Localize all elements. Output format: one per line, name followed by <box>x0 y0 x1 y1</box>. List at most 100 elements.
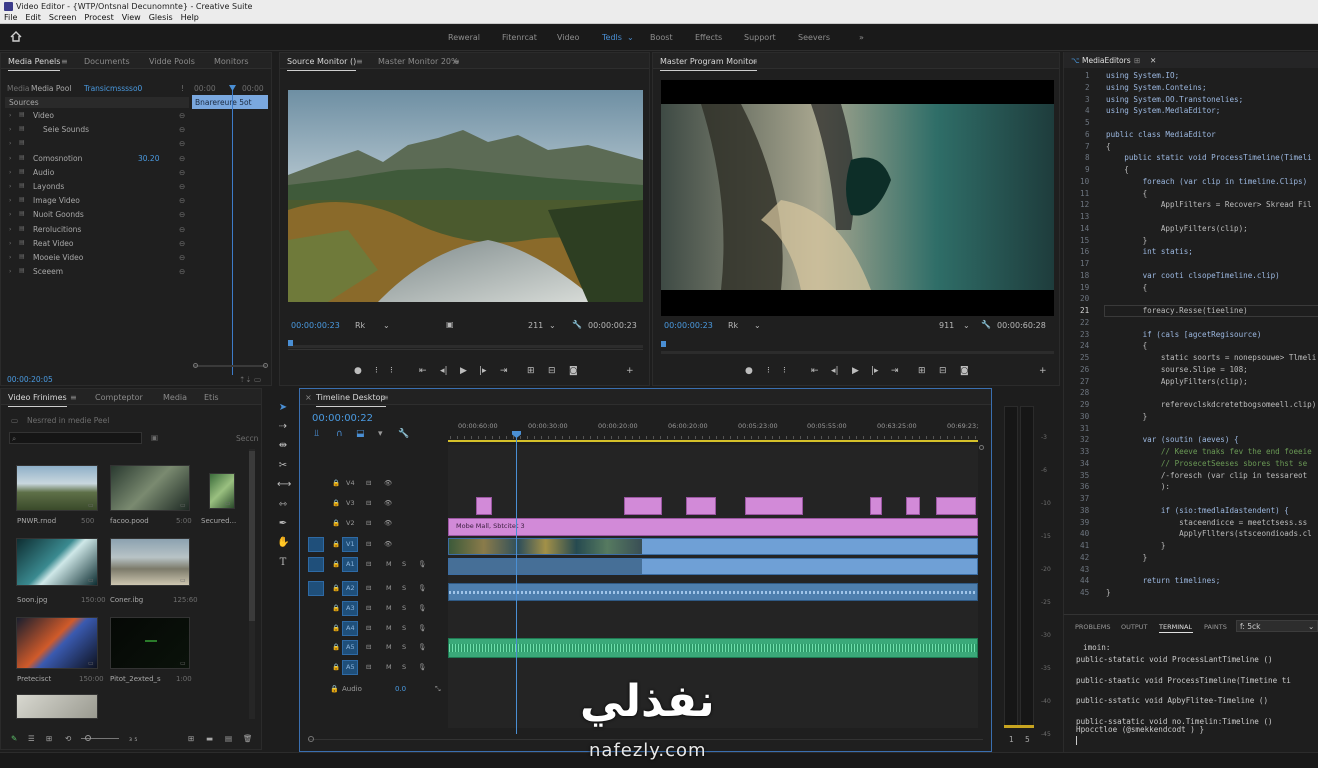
expand-chevron-icon[interactable]: › <box>9 197 11 204</box>
track-sync-icon[interactable]: ⊟ <box>366 479 371 487</box>
program-in-icon[interactable]: ⁝ <box>767 366 770 376</box>
code-line[interactable]: staceendicce = meetctsess.ss <box>1106 518 1307 527</box>
visibility-icon[interactable]: ⊖ <box>179 196 185 205</box>
timeline-menu-icon[interactable]: ≡ <box>382 393 389 402</box>
media-tree-item-label[interactable]: Reat Video <box>33 239 73 248</box>
track-label[interactable]: A5 <box>346 663 355 671</box>
mute-button[interactable]: M <box>386 643 392 651</box>
menu-view[interactable]: View <box>122 13 141 22</box>
expand-chevron-icon[interactable]: › <box>9 226 11 233</box>
track-sync-icon[interactable]: ⊟ <box>366 624 371 632</box>
snap-icon[interactable]: ∩ <box>336 429 343 439</box>
source-fit-select[interactable]: Rk <box>355 321 365 330</box>
workspace-tab-tedls[interactable]: Tedls <box>602 33 622 42</box>
media-tree-item-label[interactable]: Video <box>33 111 54 120</box>
tab-master-monitor[interactable]: Master Monitor 20% <box>378 57 459 66</box>
workspace-tab-reweral[interactable]: Reweral <box>448 33 480 42</box>
track-lock-icon[interactable]: 🔒 <box>332 663 340 671</box>
program-go-in-icon[interactable]: ⇤ <box>811 366 819 376</box>
insert-icon[interactable]: ⊞ <box>527 366 535 376</box>
mute-button[interactable]: M <box>386 663 392 671</box>
code-line[interactable]: /-foresch (var clip in tessareot <box>1106 471 1307 480</box>
mini-playhead[interactable] <box>232 87 233 375</box>
code-line[interactable]: return timelines; <box>1106 576 1221 585</box>
source-fit-chevron-icon[interactable]: ⌄ <box>383 321 390 330</box>
source-timecode[interactable]: 00:00:00:23 <box>291 321 340 330</box>
media-tree-item-label[interactable]: Rerolucitions <box>33 225 81 234</box>
expand-chevron-icon[interactable]: › <box>9 126 11 133</box>
media-thumbnail[interactable] <box>110 617 190 669</box>
audio-expand-icon[interactable]: ⤡ <box>435 685 441 694</box>
media-tree-item-label[interactable]: Audio <box>33 168 54 177</box>
track-label[interactable]: A1 <box>346 560 355 568</box>
title-clip[interactable] <box>448 518 978 536</box>
tab-mediaeditors[interactable]: MediaEditors <box>1082 56 1131 65</box>
media-tree-item-label[interactable]: Seie Sounds <box>43 125 89 134</box>
source-scrubber[interactable] <box>288 345 643 348</box>
step-forward-icon[interactable]: |▸ <box>479 366 487 376</box>
tab-compteptor[interactable]: Compteptor <box>95 393 143 402</box>
close-tab-icon[interactable]: ✕ <box>1150 56 1156 65</box>
trash-icon[interactable]: 🗑 <box>243 734 253 743</box>
program-add-button-icon[interactable]: + <box>1039 366 1047 376</box>
code-line[interactable]: } <box>1106 588 1111 597</box>
eye-icon[interactable]: 👁 <box>384 499 392 507</box>
code-line[interactable]: ApplyFilters(clip); <box>1106 224 1248 233</box>
code-line[interactable]: public static void ProcessTimeline(Timel… <box>1106 153 1311 162</box>
tab-video-frinimes[interactable]: Video Frinimes <box>8 393 67 407</box>
media-tree-item-value[interactable]: 30.20 <box>138 154 159 163</box>
tab-timeline-desktop[interactable]: Timeline Desktop <box>316 393 386 407</box>
workspace-tab-seevers[interactable]: Seevers <box>798 33 830 42</box>
more-workspaces-icon[interactable]: » <box>859 33 864 42</box>
mic-icon[interactable]: 🎙 <box>418 624 426 632</box>
track-lock-icon[interactable]: 🔒 <box>332 643 340 651</box>
menu-glesis[interactable]: Glesis <box>149 13 173 22</box>
code-line[interactable]: { <box>1106 165 1129 174</box>
track-sync-icon[interactable]: ⊟ <box>366 584 371 592</box>
program-export-frame-icon[interactable]: ◙ <box>960 366 969 376</box>
clip-pink[interactable] <box>476 497 492 515</box>
timeline-close-icon[interactable]: × <box>305 393 312 402</box>
eye-icon[interactable]: 👁 <box>384 479 392 487</box>
tab-program-monitor[interactable]: Master Program Monitor <box>660 57 757 71</box>
expand-chevron-icon[interactable]: › <box>9 169 11 176</box>
slide-tool-icon[interactable]: ⇿ <box>277 499 289 511</box>
new-item-icon[interactable]: ▤ <box>225 734 232 743</box>
play-icon[interactable]: ▶ <box>460 366 467 376</box>
menu-file[interactable]: File <box>4 13 17 22</box>
expand-chevron-icon[interactable]: › <box>9 183 11 190</box>
add-marker-icon[interactable]: ▾ <box>378 429 383 439</box>
code-line[interactable]: if (cals [agcetRegisource) <box>1106 330 1262 339</box>
program-marker-icon[interactable]: ● <box>745 366 753 376</box>
track-sync-icon[interactable]: ⊟ <box>366 540 371 548</box>
track-label[interactable]: V3 <box>346 499 355 507</box>
freeform-icon[interactable]: ⟲ <box>65 734 71 743</box>
code-line[interactable]: using System.MedlaEditor; <box>1106 106 1220 115</box>
visibility-icon[interactable]: ⊖ <box>179 267 185 276</box>
code-line[interactable]: ApplyFilters(clip); <box>1106 377 1248 386</box>
program-fit-chevron-icon[interactable]: ⌄ <box>754 321 761 330</box>
code-line[interactable]: if (sio:tmedlaIdastendent) { <box>1106 506 1289 515</box>
eye-icon[interactable]: 👁 <box>384 540 392 548</box>
mute-button[interactable]: M <box>386 584 392 592</box>
code-line[interactable]: // Keeve tnaks fev the end foeeie <box>1106 447 1312 456</box>
code-line[interactable]: public class MediaEditor <box>1106 130 1216 139</box>
mute-button[interactable]: M <box>386 560 392 568</box>
visibility-icon[interactable]: ⊖ <box>179 210 185 219</box>
expand-chevron-icon[interactable]: › <box>9 254 11 261</box>
code-line[interactable]: int statis; <box>1106 247 1193 256</box>
nest-icon[interactable]: ⫫ <box>314 429 319 439</box>
track-lock-icon[interactable]: 🔒 <box>332 519 340 527</box>
icon-view-icon[interactable]: ⊞ <box>46 734 52 743</box>
visibility-icon[interactable]: ⊖ <box>179 111 185 120</box>
menu-procest[interactable]: Procest <box>84 13 113 22</box>
track-lock-icon[interactable]: 🔒 <box>332 584 340 592</box>
code-line[interactable]: var cooti clsopeTimeline.clip) <box>1106 271 1280 280</box>
clip-pink[interactable] <box>936 497 976 515</box>
mic-icon[interactable]: 🎙 <box>418 584 426 592</box>
mute-button[interactable]: M <box>386 624 392 632</box>
code-line[interactable]: } <box>1106 541 1166 550</box>
program-menu-icon[interactable]: ≡ <box>751 57 758 66</box>
media-tree-item-label[interactable]: Layonds <box>33 182 64 191</box>
media-tree-item-label[interactable]: Nuoit Goonds <box>33 210 84 219</box>
